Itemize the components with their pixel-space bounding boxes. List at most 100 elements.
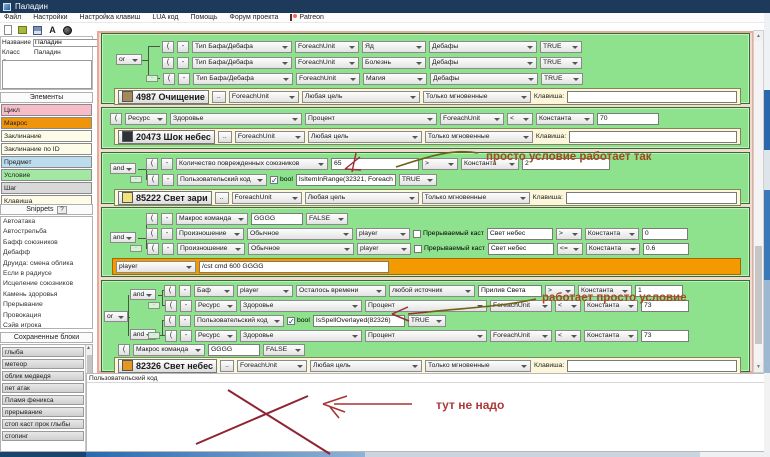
dropdown[interactable]: ForeachUnit <box>232 192 302 204</box>
text-input[interactable] <box>487 228 553 240</box>
custom-code-panel[interactable]: Пользовательский код <box>86 373 765 452</box>
text-input[interactable] <box>208 344 260 356</box>
snippet-item[interactable]: Прерывание <box>1 300 92 310</box>
dropdown[interactable]: Только мгновенные <box>425 360 531 372</box>
dropdown[interactable]: ForeachUnit <box>235 131 305 143</box>
text-input[interactable] <box>522 158 610 170</box>
element-item[interactable]: Макрос <box>1 117 92 129</box>
dropdown[interactable]: Любая цель <box>305 192 419 204</box>
dropdown[interactable]: player <box>357 243 411 255</box>
dropdown[interactable]: Ресурс <box>125 113 167 125</box>
dropdown[interactable]: Макрос команда <box>176 213 248 225</box>
font-icon[interactable]: A <box>47 25 58 35</box>
scroll-up-icon[interactable]: ▲ <box>754 31 763 41</box>
open-paren-button[interactable]: ( <box>164 285 176 297</box>
dropdown[interactable]: Любая цель <box>308 131 422 143</box>
dropdown[interactable]: Ресурс <box>195 330 237 342</box>
dropdown[interactable]: > <box>422 158 458 170</box>
checkbox[interactable]: ✓bool <box>287 317 310 325</box>
minus-button[interactable]: - <box>180 330 192 342</box>
open-paren-button[interactable]: ( <box>162 41 174 53</box>
save-icon[interactable] <box>32 25 43 35</box>
spell-button[interactable]: 85222 Свет зари <box>118 191 212 205</box>
dropdown[interactable]: Баф <box>194 285 234 297</box>
minus-button[interactable]: - <box>180 300 192 312</box>
dropdown[interactable]: TRUE <box>399 174 437 186</box>
open-paren-button[interactable]: ( <box>163 73 175 85</box>
branch-connector[interactable]: · <box>146 75 158 82</box>
scroll-down-icon[interactable]: ▼ <box>754 362 763 372</box>
dropdown[interactable]: Здоровье <box>240 300 362 312</box>
text-input[interactable] <box>597 113 659 125</box>
dropdown[interactable]: Тип Бафа/Дебафа <box>192 57 292 69</box>
open-folder-icon[interactable] <box>17 25 28 35</box>
menu-item[interactable]: Настройка клавиш <box>80 14 141 21</box>
dropdown[interactable]: ForeachUnit <box>237 360 307 372</box>
spell-button[interactable]: 20473 Шок небес <box>118 130 215 144</box>
saved-block-item[interactable]: Пламя феникса <box>2 395 84 406</box>
macro-row[interactable]: player <box>112 258 741 275</box>
dropdown[interactable]: ForeachUnit <box>229 91 299 103</box>
text-input[interactable] <box>642 228 688 240</box>
dropdown[interactable]: ForeachUnit <box>440 113 504 125</box>
dropdown[interactable]: ForeachUnit <box>490 330 552 342</box>
menu-item[interactable]: Помощь <box>190 14 217 21</box>
element-item[interactable]: Заклинание <box>1 130 92 142</box>
dropdown[interactable]: Константа <box>584 300 638 312</box>
open-paren-button[interactable]: ( <box>118 344 130 356</box>
dropdown[interactable]: Болезнь <box>362 57 426 69</box>
saved-block-item[interactable]: прерывание <box>2 407 84 418</box>
element-item[interactable]: Шаг <box>1 182 92 194</box>
dropdown[interactable]: ForeachUnit <box>490 300 552 312</box>
spell-row[interactable]: 4987 Очищение..ForeachUnitЛюбая цельТоль… <box>114 88 741 105</box>
dropdown[interactable]: Осталось времени <box>296 285 386 297</box>
checkbox-box[interactable]: ✓ <box>270 176 278 184</box>
dropdown[interactable]: Только мгновенные <box>422 192 530 204</box>
dropdown[interactable]: Только мгновенные <box>425 131 533 143</box>
snippet-item[interactable]: Бафф союзников <box>1 238 92 248</box>
dropdown[interactable]: Дебафы <box>430 73 538 85</box>
minus-button[interactable]: - <box>179 285 191 297</box>
dropdown[interactable]: Константа <box>584 330 638 342</box>
dropdown[interactable]: ForeachUnit <box>295 57 359 69</box>
dropdown[interactable]: Константа <box>536 113 594 125</box>
main-scrollbar[interactable]: ▲ ▼ <box>753 30 764 373</box>
dropdown[interactable]: Яд <box>362 41 426 53</box>
menu-item[interactable]: Файл <box>4 14 21 21</box>
element-item[interactable]: Условие <box>1 169 92 181</box>
new-file-icon[interactable] <box>2 25 13 35</box>
dropdown[interactable]: player <box>116 261 196 273</box>
dropdown[interactable]: Здоровье <box>240 330 362 342</box>
ellipsis-button[interactable]: .. <box>220 360 234 372</box>
dropdown[interactable]: любой источник <box>389 285 475 297</box>
minus-button[interactable]: - <box>177 41 189 53</box>
snippet-item[interactable]: Исцеление союзников <box>1 279 92 289</box>
spell-row[interactable]: 82326 Свет небес..ForeachUnitЛюбая цельТ… <box>114 357 741 374</box>
dropdown[interactable]: Дебафы <box>429 41 537 53</box>
open-paren-button[interactable]: ( <box>146 158 158 170</box>
branch-connector[interactable]: · <box>130 245 142 252</box>
dropdown[interactable]: Константа <box>586 243 640 255</box>
dropdown[interactable]: > <box>556 228 582 240</box>
snippet-item[interactable]: Если в радиусе <box>1 269 92 279</box>
snippet-item[interactable]: Автострельба <box>1 227 92 237</box>
saved-block-item[interactable]: облик медведя <box>2 371 84 382</box>
ellipsis-button[interactable]: .. <box>212 91 226 103</box>
snippet-item[interactable]: Автоатака <box>1 217 92 227</box>
text-input[interactable] <box>331 158 419 170</box>
text-input[interactable] <box>566 192 737 204</box>
menu-item[interactable]: Форум проекта <box>230 14 279 21</box>
dropdown[interactable]: player <box>356 228 410 240</box>
branch-connector[interactable]: · <box>130 176 142 183</box>
element-item[interactable]: Заклинание по ID <box>1 143 92 155</box>
snippets-help-button[interactable]: ? <box>57 206 66 214</box>
dropdown[interactable]: Тип Бафа/Дебафа <box>192 41 292 53</box>
saved-block-item[interactable]: стопинг <box>2 431 84 442</box>
dropdown[interactable]: TRUE <box>540 57 582 69</box>
dropdown[interactable]: Здоровье <box>170 113 302 125</box>
open-paren-button[interactable]: ( <box>110 113 122 125</box>
minus-button[interactable]: - <box>161 158 173 170</box>
minus-button[interactable]: - <box>178 73 190 85</box>
snippet-item[interactable]: Дебафф <box>1 248 92 258</box>
dropdown[interactable]: Макрос команда <box>133 344 205 356</box>
